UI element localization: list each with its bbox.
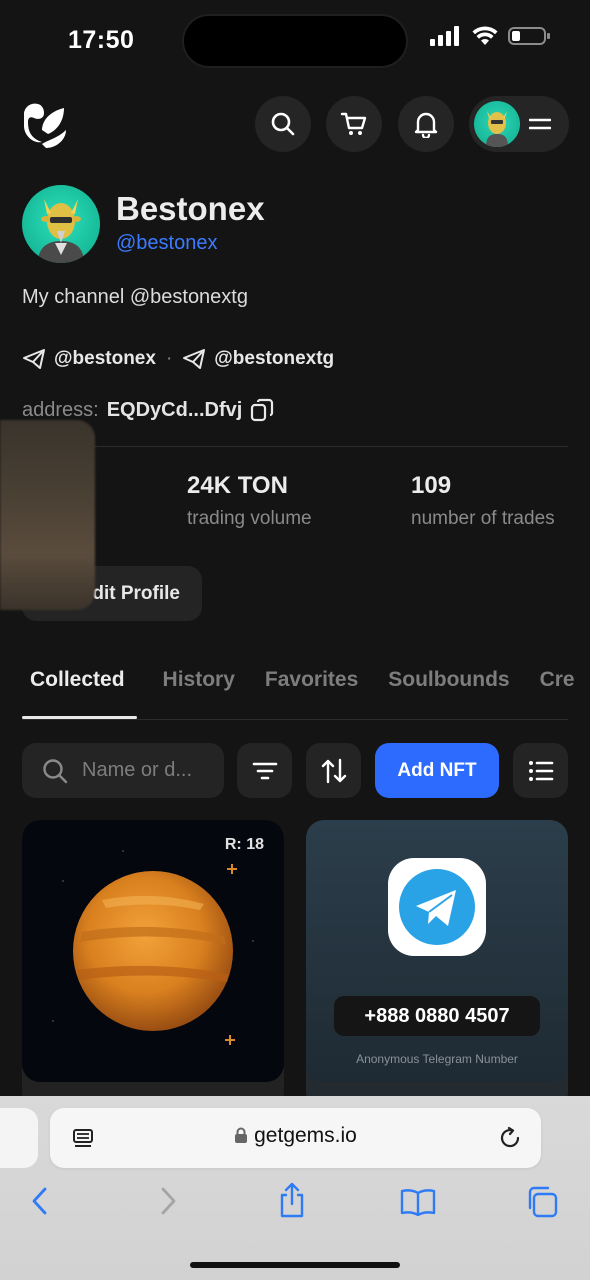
cart-icon [340,112,367,135]
reload-icon[interactable] [498,1126,522,1150]
divider [22,446,568,447]
forward-icon[interactable] [156,1186,180,1216]
bell-icon [414,112,438,138]
tab-bar: Collected History Favorites Soulbounds C… [22,668,575,692]
list-icon [528,760,553,781]
stat-trading-volume: 24K TON trading volume [187,472,312,530]
search-icon [271,112,295,136]
tab-history[interactable]: History [163,668,235,692]
nft-image: +888 0880 4507 Anonymous Telegram Number [306,820,568,1082]
search-field[interactable] [22,743,224,798]
browser-toolbar: getgems.io [0,1096,590,1280]
tab-collected[interactable]: Collected [22,668,133,692]
nft-card[interactable]: +888 0880 4507 Anonymous Telegram Number [306,820,568,1110]
tabs-icon[interactable] [526,1186,560,1218]
wifi-icon [472,26,498,45]
tab-favorites[interactable]: Favorites [265,668,358,692]
getgems-logo[interactable] [20,100,70,150]
signal-icon [430,26,459,46]
search-icon [43,758,68,783]
url: getgems.io [50,1124,541,1148]
profile-handle[interactable]: @bestonex [116,232,217,255]
telegram-icon [399,869,475,945]
telegram-logo [388,858,486,956]
home-indicator [190,1262,400,1268]
social-links: @bestonex · @bestonextg [22,348,334,370]
share-icon[interactable] [278,1182,306,1218]
rarity-badge: R: 18 [224,836,264,853]
wallet-address: address: EQDyCd...Dfvj [22,398,274,422]
sort-button[interactable] [306,743,361,798]
address-bar[interactable]: getgems.io [50,1108,541,1168]
active-tab-indicator [22,716,137,719]
blurred-overlay [0,420,95,610]
link-telegram-channel[interactable]: @bestonextg [214,348,334,370]
stat-label: trading volume [187,508,312,529]
tab-soulbounds[interactable]: Soulbounds [388,668,509,692]
nft-image: R: 18 [22,820,284,1082]
add-nft-button[interactable]: Add NFT [375,743,499,798]
previous-tab[interactable] [0,1108,38,1168]
cart-button[interactable] [326,96,382,152]
tabs-divider [22,719,568,720]
back-icon[interactable] [28,1186,52,1216]
sort-icon [321,758,346,783]
status-bar: 17:50 [0,0,590,80]
search-button[interactable] [255,96,311,152]
avatar [474,101,520,147]
list-view-button[interactable] [513,743,568,798]
dynamic-island [182,14,408,68]
notifications-button[interactable] [398,96,454,152]
status-icons [430,26,550,46]
tab-created[interactable]: Cre [540,668,575,692]
battery-icon [508,27,550,45]
status-time: 17:50 [68,26,135,54]
stat-value: 24K TON [187,472,288,499]
copy-icon[interactable] [250,398,274,422]
bookmarks-icon[interactable] [400,1188,436,1216]
lock-icon [235,1127,248,1143]
search-input[interactable] [82,759,212,782]
menu-icon [529,118,551,130]
profile-name: Bestonex [116,190,265,227]
anonymous-number: +888 0880 4507 [334,996,540,1036]
url-text: getgems.io [254,1124,357,1147]
stat-trades: 109 number of trades [411,472,555,530]
filter-icon [252,762,277,779]
address-value[interactable]: EQDyCd...Dfvj [107,399,243,422]
nft-card[interactable]: R: 18 [22,820,284,1110]
header [0,96,590,152]
stat-label: number of trades [411,508,555,529]
link-separator: · [165,348,173,369]
stat-value: 109 [411,472,452,499]
profile-menu-button[interactable] [469,96,569,152]
address-label: address: [22,398,99,421]
card-caption: Anonymous Telegram Number [356,1052,518,1066]
filter-button[interactable] [237,743,292,798]
telegram-icon [183,349,206,369]
link-telegram-user[interactable]: @bestonex [54,348,156,370]
planet-image [52,850,254,1045]
profile-avatar[interactable] [22,185,100,263]
profile-bio: My channel @bestonextg [22,286,248,308]
telegram-icon [23,349,45,369]
